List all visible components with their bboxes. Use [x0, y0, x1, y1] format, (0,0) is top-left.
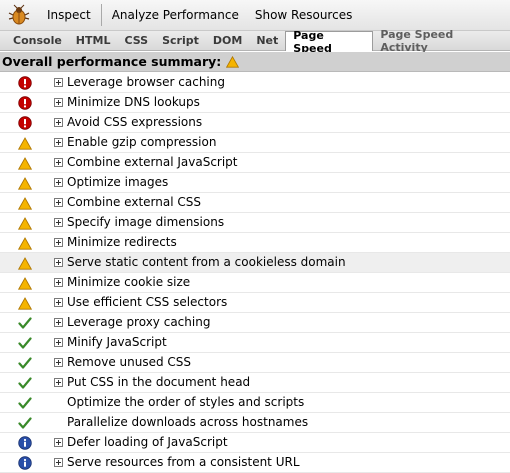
checkmark-icon — [18, 356, 32, 370]
expand-icon[interactable] — [54, 298, 63, 307]
rule-list: Leverage browser caching Minimize DNS loo… — [0, 73, 510, 473]
expand-icon[interactable] — [54, 438, 63, 447]
tab-dom[interactable]: DOM — [206, 31, 249, 50]
rule-row[interactable]: Enable gzip compression — [0, 133, 510, 153]
rule-label: Put CSS in the document head — [67, 375, 251, 389]
rule-label: Minimize DNS lookups — [67, 95, 200, 109]
expand-icon[interactable] — [54, 238, 63, 247]
rule-row[interactable]: Use efficient CSS selectors — [0, 293, 510, 313]
tab-css[interactable]: CSS — [117, 31, 155, 50]
error-icon — [18, 96, 32, 110]
info-icon — [18, 436, 32, 450]
warning-icon — [18, 296, 32, 310]
rule-label: Remove unused CSS — [67, 355, 192, 369]
analyze-performance-button[interactable]: Analyze Performance — [104, 0, 247, 30]
warning-icon — [18, 176, 32, 190]
rule-label: Leverage browser caching — [67, 75, 225, 89]
rule-row[interactable]: Minimize DNS lookups — [0, 93, 510, 113]
rule-row[interactable]: Minify JavaScript — [0, 333, 510, 353]
rule-row[interactable]: Minimize redirects — [0, 233, 510, 253]
warning-icon — [18, 256, 32, 270]
rule-label: Defer loading of JavaScript — [67, 435, 228, 449]
firebug-toolbar: Inspect Analyze Performance Show Resourc… — [0, 0, 510, 31]
rule-label: Combine external JavaScript — [67, 155, 238, 169]
checkmark-icon — [18, 316, 32, 330]
tab-console[interactable]: Console — [0, 31, 69, 50]
expand-icon[interactable] — [54, 118, 63, 127]
expand-icon[interactable] — [54, 358, 63, 367]
rule-label: Leverage proxy caching — [67, 315, 211, 329]
error-icon — [18, 116, 32, 130]
rule-row[interactable]: Serve resources from a consistent URL — [0, 453, 510, 473]
rule-label: Minimize cookie size — [67, 275, 191, 289]
rule-label: Optimize the order of styles and scripts — [67, 395, 305, 409]
rule-row[interactable]: Put CSS in the document head — [0, 373, 510, 393]
inspect-button[interactable]: Inspect — [39, 0, 99, 30]
checkmark-icon — [18, 376, 32, 390]
checkmark-icon — [18, 416, 32, 430]
rule-row[interactable]: Leverage proxy caching — [0, 313, 510, 333]
rule-row[interactable]: Parallelize downloads across hostnames — [0, 413, 510, 433]
rule-row[interactable]: Specify image dimensions — [0, 213, 510, 233]
tab-script[interactable]: Script — [155, 31, 206, 50]
panel-tab-bar: Console HTML CSS Script DOM Net Page Spe… — [0, 28, 510, 55]
rule-label: Combine external CSS — [67, 195, 201, 209]
rule-row[interactable]: Optimize images — [0, 173, 510, 193]
warning-icon — [18, 216, 32, 230]
expand-icon[interactable] — [54, 78, 63, 87]
error-icon — [18, 76, 32, 90]
firebug-bug-icon[interactable] — [7, 3, 31, 27]
rule-label: Avoid CSS expressions — [67, 115, 203, 129]
warning-icon — [18, 236, 32, 250]
checkmark-icon — [18, 336, 32, 350]
summary-label: Overall performance summary: — [2, 54, 222, 69]
checkmark-icon — [18, 396, 32, 410]
warning-icon — [18, 196, 32, 210]
expand-icon[interactable] — [54, 378, 63, 387]
rule-row[interactable]: Combine external JavaScript — [0, 153, 510, 173]
show-resources-button[interactable]: Show Resources — [247, 0, 360, 30]
warning-icon — [18, 276, 32, 290]
tab-html[interactable]: HTML — [69, 31, 118, 50]
expand-icon[interactable] — [54, 338, 63, 347]
expand-icon[interactable] — [54, 318, 63, 327]
warning-icon — [226, 55, 240, 68]
performance-summary-header: Overall performance summary: — [0, 52, 510, 72]
expand-icon[interactable] — [54, 258, 63, 267]
rule-row[interactable]: Combine external CSS — [0, 193, 510, 213]
expand-icon[interactable] — [54, 98, 63, 107]
tab-page-speed-activity[interactable]: Page Speed Activity — [373, 28, 510, 54]
tab-page-speed[interactable]: Page Speed — [285, 29, 374, 55]
expand-icon[interactable] — [54, 278, 63, 287]
rule-label: Use efficient CSS selectors — [67, 295, 228, 309]
info-icon — [18, 456, 32, 470]
expand-icon[interactable] — [54, 458, 63, 467]
warning-icon — [18, 136, 32, 150]
rule-row[interactable]: Optimize the order of styles and scripts — [0, 393, 510, 413]
rule-label: Enable gzip compression — [67, 135, 217, 149]
expand-icon[interactable] — [54, 198, 63, 207]
expand-icon[interactable] — [54, 138, 63, 147]
rule-label: Serve static content from a cookieless d… — [67, 255, 346, 269]
rule-row[interactable]: Serve static content from a cookieless d… — [0, 253, 510, 273]
rule-label: Minify JavaScript — [67, 335, 167, 349]
rule-label: Parallelize downloads across hostnames — [67, 415, 309, 429]
expand-icon[interactable] — [54, 158, 63, 167]
rule-row[interactable]: Leverage browser caching — [0, 73, 510, 93]
rule-row[interactable]: Minimize cookie size — [0, 273, 510, 293]
warning-icon — [18, 156, 32, 170]
toolbar-separator — [100, 4, 102, 26]
rule-row[interactable]: Remove unused CSS — [0, 353, 510, 373]
rule-row[interactable]: Avoid CSS expressions — [0, 113, 510, 133]
tab-net[interactable]: Net — [249, 31, 285, 50]
rule-label: Serve resources from a consistent URL — [67, 455, 300, 469]
rule-row[interactable]: Defer loading of JavaScript — [0, 433, 510, 453]
rule-label: Specify image dimensions — [67, 215, 225, 229]
expand-icon[interactable] — [54, 178, 63, 187]
rule-label: Minimize redirects — [67, 235, 177, 249]
rule-label: Optimize images — [67, 175, 169, 189]
expand-icon[interactable] — [54, 218, 63, 227]
